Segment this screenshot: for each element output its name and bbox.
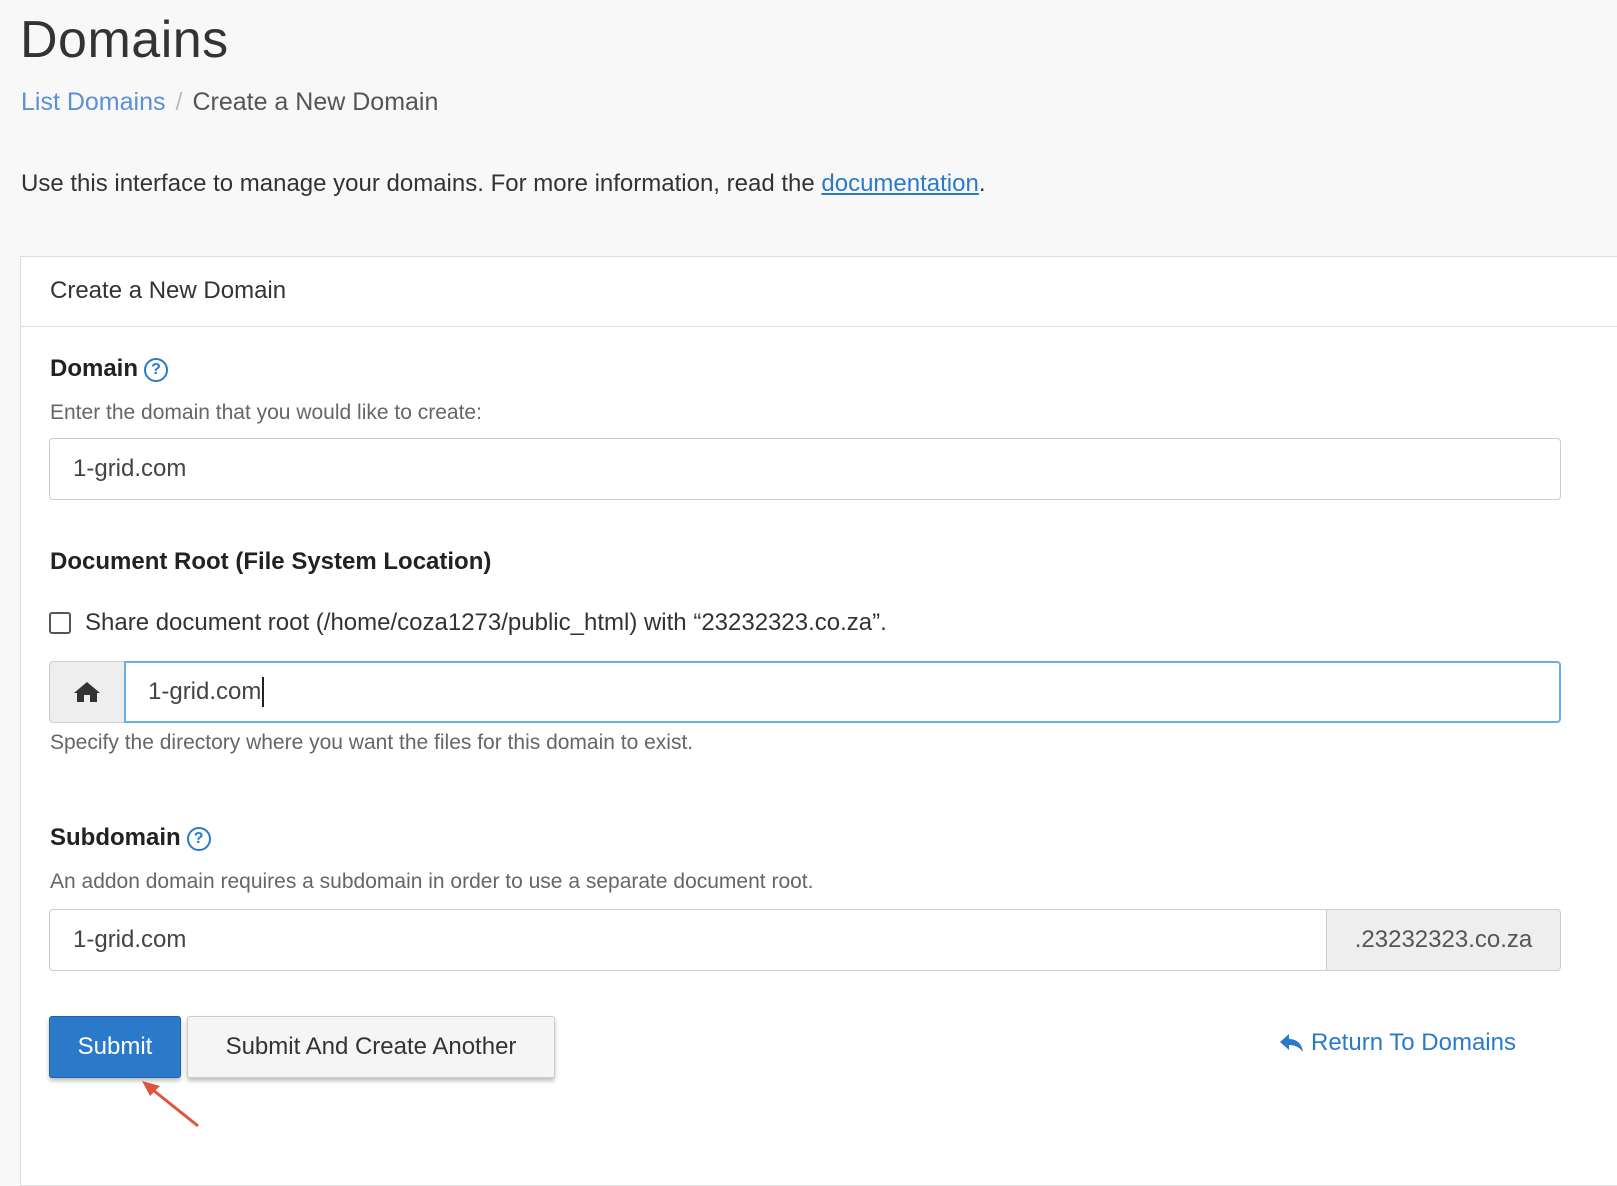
domain-description: Enter the domain that you would like to … xyxy=(50,401,482,424)
text-cursor xyxy=(262,677,265,707)
share-docroot-label[interactable]: Share document root (/home/coza1273/publ… xyxy=(85,609,887,637)
docroot-value: 1-grid.com xyxy=(148,678,262,705)
share-docroot-row[interactable]: Share document root (/home/coza1273/publ… xyxy=(49,609,887,637)
domain-label-text: Domain xyxy=(50,355,139,382)
question-circle-icon[interactable]: ? xyxy=(186,827,211,851)
subdomain-description: An addon domain requires a subdomain in … xyxy=(50,870,814,893)
subdomain-suffix: .23232323.co.za xyxy=(1326,909,1561,971)
reply-arrow-icon xyxy=(1280,1034,1303,1052)
docroot-input[interactable]: 1-grid.com xyxy=(124,661,1561,723)
breadcrumb: List Domains / Create a New Domain xyxy=(21,88,438,117)
intro-body: Use this interface to manage your domain… xyxy=(21,170,822,197)
document-root-label: Document Root (File System Location) xyxy=(50,548,492,575)
subdomain-label-text: Subdomain xyxy=(50,824,181,851)
domain-input[interactable] xyxy=(49,438,1561,500)
documentation-link[interactable]: documentation xyxy=(821,170,978,197)
share-docroot-checkbox[interactable] xyxy=(49,612,71,634)
subdomain-label: Subdomain? xyxy=(50,824,211,852)
breadcrumb-list-domains-link[interactable]: List Domains xyxy=(21,88,166,116)
question-circle-icon[interactable]: ? xyxy=(144,358,169,382)
annotation-arrow-icon xyxy=(142,1081,199,1128)
submit-and-create-another-button[interactable]: Submit And Create Another xyxy=(187,1016,555,1078)
submit-button[interactable]: Submit xyxy=(49,1016,181,1078)
breadcrumb-separator: / xyxy=(175,88,183,116)
return-to-domains-link[interactable]: Return To Domains xyxy=(1279,1029,1516,1057)
intro-suffix: . xyxy=(978,170,986,197)
panel-heading: Create a New Domain xyxy=(21,257,1617,327)
return-to-domains-label[interactable]: Return To Domains xyxy=(1311,1029,1516,1057)
home-icon xyxy=(49,661,124,723)
subdomain-input-group: 1-grid.com .23232323.co.za xyxy=(49,909,1561,971)
create-domain-panel: Create a New Domain Domain? Enter the do… xyxy=(20,256,1617,1186)
subdomain-input[interactable]: 1-grid.com xyxy=(49,909,1326,971)
intro-text: Use this interface to manage your domain… xyxy=(21,170,986,198)
docroot-input-group: 1-grid.com xyxy=(49,661,1561,723)
docroot-description: Specify the directory where you want the… xyxy=(50,731,694,754)
breadcrumb-current: Create a New Domain xyxy=(192,88,439,116)
domain-label: Domain? xyxy=(50,355,169,383)
subdomain-value: 1-grid.com xyxy=(73,926,187,953)
page-title: Domains xyxy=(20,11,229,69)
